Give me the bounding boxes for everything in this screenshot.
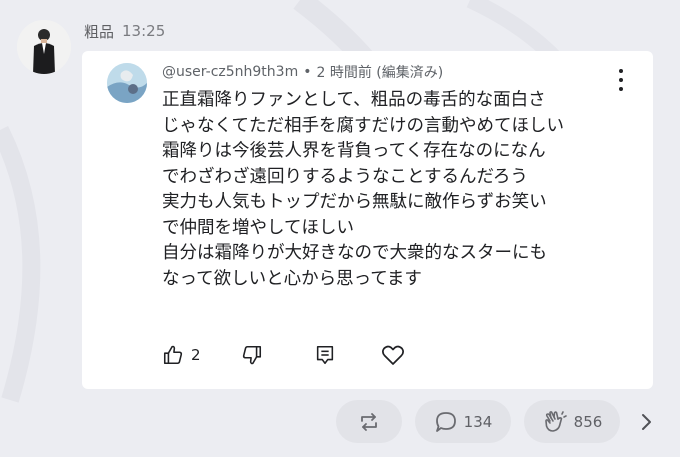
heart-button[interactable] — [381, 344, 405, 366]
commenter-handle[interactable]: @user-cz5nh9th3m — [162, 64, 298, 80]
reply-icon — [316, 345, 333, 365]
clap-icon — [544, 410, 567, 432]
heart-icon — [381, 345, 404, 365]
thumbs-down-icon — [242, 345, 261, 365]
commenter-avatar[interactable] — [107, 63, 147, 103]
poster-name[interactable]: 粗品 — [84, 21, 114, 42]
comment-count: 134 — [463, 412, 493, 431]
comment-text: 正直霜降りファンとして、粗品の毒舌的な面白さ じゃなくてただ相手を腐すだけの言動… — [162, 88, 637, 292]
chevron-right-icon[interactable] — [636, 410, 656, 434]
comment-age: 2 時間前 (編集済み) — [316, 65, 444, 81]
clap-count: 856 — [573, 412, 603, 431]
header-separator: • — [303, 64, 312, 80]
comments-button[interactable]: 134 — [415, 400, 511, 443]
comment-line: なって欲しいと心から思ってます — [162, 268, 422, 289]
clap-button[interactable]: 856 — [524, 400, 620, 443]
comment-card: @user-cz5nh9th3m • 2 時間前 (編集済み) 正直霜降りファン… — [82, 51, 653, 389]
repost-icon — [361, 412, 377, 431]
post-time: 13:25 — [122, 22, 166, 40]
like-button[interactable]: 2 — [162, 344, 201, 366]
thumbs-up-icon — [163, 345, 183, 365]
repost-button[interactable] — [336, 400, 402, 443]
poster-avatar[interactable] — [17, 20, 71, 74]
comment-line: 霜降りは今後芸人界を背負ってく存在なのになん — [162, 141, 546, 161]
reply-button[interactable] — [314, 344, 336, 366]
comment-line: じゃなくてただ相手を腐すだけの言動やめてほしい — [162, 115, 564, 136]
comment-line: 正直霜降りファンとして、粗品の毒舌的な面白さ — [162, 90, 546, 110]
comment-actions: 2 — [162, 344, 405, 366]
comment-line: で仲間を増やしてほしい — [162, 217, 354, 238]
like-count: 2 — [191, 346, 201, 364]
comment-line: でわざわざ遠回りするようなことするんだろう — [162, 166, 528, 187]
dislike-button[interactable] — [241, 344, 263, 366]
comment-bubble-icon — [435, 411, 456, 432]
comment-line: 自分は霜降りが大好きなので大衆的なスターにも — [162, 243, 547, 263]
comment-line: 実力も人気もトップだから無駄に敵作らずお笑い — [162, 192, 547, 212]
